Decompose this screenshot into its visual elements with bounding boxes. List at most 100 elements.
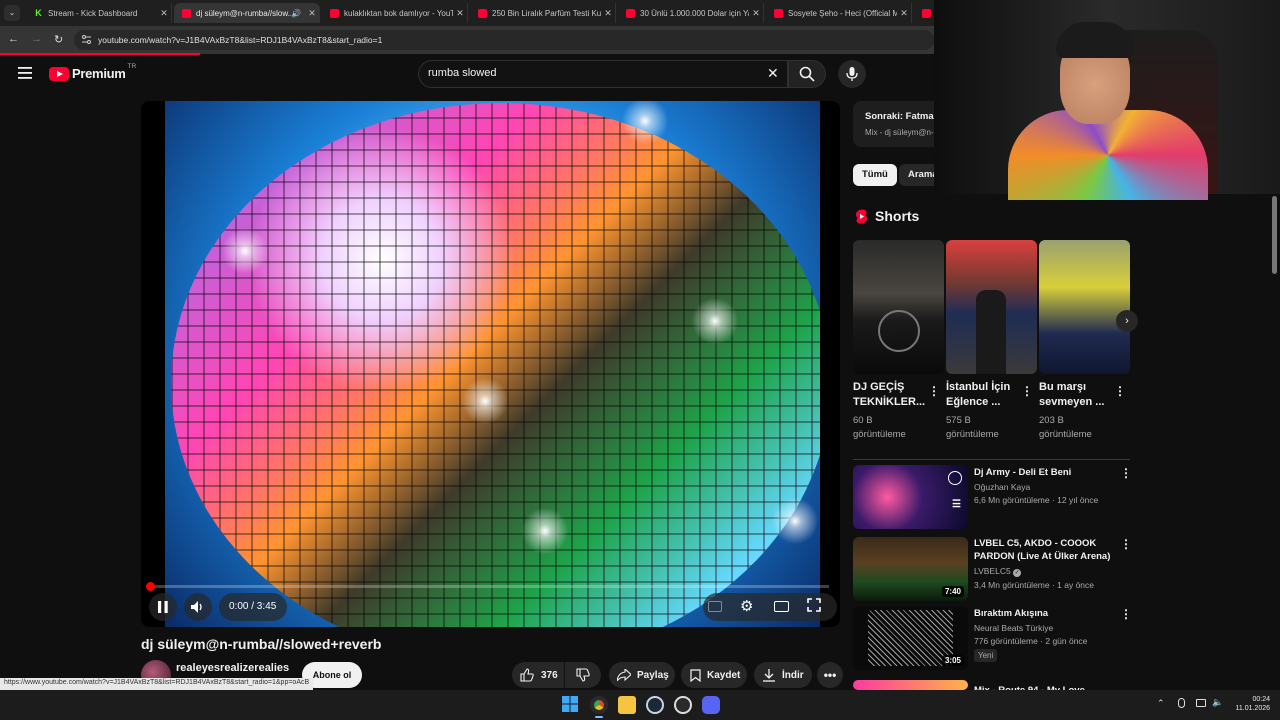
dislike-button[interactable] xyxy=(565,662,601,688)
active-app-indicator xyxy=(595,716,603,718)
related-video-meta: 6,6 Mn görüntüleme · 12 yıl önce xyxy=(974,495,1099,505)
more-vert-icon[interactable]: ⋮ xyxy=(1021,384,1033,398)
steam-icon[interactable] xyxy=(646,696,664,714)
related-video-title[interactable]: LVBEL C5, AKDO - COOOK PARDON (Live At Ü… xyxy=(974,537,1114,563)
forward-icon[interactable]: → xyxy=(31,33,42,45)
video-player[interactable]: 0:00 / 3:45 ⚙ xyxy=(141,101,840,627)
browser-tab[interactable]: K Stream - Kick Dashboard ✕ xyxy=(26,3,172,23)
short-title[interactable]: İstanbul İçin Eğlence ... xyxy=(946,380,1016,410)
more-vert-icon[interactable]: ⋮ xyxy=(1114,384,1126,398)
disco-ball-image xyxy=(171,103,820,627)
watch-later-icon[interactable] xyxy=(948,471,962,485)
tray-microphone-icon[interactable] xyxy=(1178,698,1185,708)
browser-tab[interactable]: Sosyete Şeho - Heci (Official Mu... ✕ xyxy=(766,3,912,23)
short-title[interactable]: DJ GEÇİŞ TEKNİKLER... xyxy=(853,380,925,410)
share-button[interactable]: Paylaş xyxy=(609,662,675,688)
more-vert-icon[interactable]: ⋮ xyxy=(1120,607,1132,621)
video-thumbnail[interactable]: 3:05 xyxy=(853,606,968,670)
reload-icon[interactable]: ↻ xyxy=(54,33,63,46)
tray-chevron-icon[interactable]: ⌃ xyxy=(1157,698,1165,709)
close-icon[interactable]: ✕ xyxy=(897,8,911,19)
page-scrollbar[interactable] xyxy=(1272,196,1277,274)
related-video-title[interactable]: Dj Army - Deli Et Beni xyxy=(974,466,1114,479)
discord-icon[interactable] xyxy=(702,696,720,714)
tab-search-button[interactable]: ⌄ xyxy=(4,5,20,21)
short-thumbnail[interactable] xyxy=(853,240,944,374)
back-icon[interactable]: ← xyxy=(8,33,19,45)
settings-gear-icon[interactable]: ⚙ xyxy=(740,597,753,615)
like-count: 376 xyxy=(541,669,558,681)
youtube-logo-icon xyxy=(49,66,69,81)
close-icon[interactable]: ✕ xyxy=(453,8,467,19)
shorts-next-button[interactable]: › xyxy=(1116,310,1138,332)
close-icon[interactable]: ✕ xyxy=(305,8,319,19)
thumbs-down-icon xyxy=(576,668,590,682)
browser-tab[interactable]: 250 Bin Liralık Parfüm Testi Kuli... ✕ xyxy=(470,3,616,23)
audio-playing-icon[interactable]: 🔊 xyxy=(291,9,301,18)
download-button[interactable]: İndir xyxy=(754,662,812,688)
browser-tab[interactable] xyxy=(914,3,934,23)
clear-search-icon[interactable]: ✕ xyxy=(767,65,779,82)
save-button[interactable]: Kaydet xyxy=(681,662,747,688)
short-thumbnail[interactable] xyxy=(946,240,1037,374)
close-icon[interactable]: ✕ xyxy=(601,8,615,19)
short-title[interactable]: Bu marşı sevmeyen ... xyxy=(1039,380,1109,410)
video-thumbnail[interactable]: 7:40 xyxy=(853,537,968,601)
short-thumbnail[interactable] xyxy=(1039,240,1130,374)
sparkle xyxy=(615,101,675,151)
chip-all[interactable]: Tümü xyxy=(853,164,897,186)
search-button[interactable] xyxy=(788,60,826,88)
chrome-icon[interactable] xyxy=(590,696,608,714)
subtitles-icon[interactable] xyxy=(708,601,722,612)
youtube-premium-logo[interactable]: Premium TR xyxy=(49,63,137,81)
more-vert-icon[interactable]: ⋮ xyxy=(1120,466,1132,480)
windows-start-icon[interactable] xyxy=(562,696,580,714)
video-thumbnail[interactable] xyxy=(853,680,968,690)
browser-tab[interactable]: 30 Ünlü 1.000.000 Dolar için Yar... ✕ xyxy=(618,3,764,23)
browser-tab[interactable]: kulaklıktan bok damlıyor - YouTube ✕ xyxy=(322,3,468,23)
share-icon xyxy=(617,669,631,681)
related-video-channel[interactable]: Neural Beats Türkiye xyxy=(974,623,1053,633)
channel-name[interactable]: realeyesrealizerealies xyxy=(176,662,289,674)
url-text[interactable]: youtube.com/watch?v=J1B4VAxBzT8&list=RDJ… xyxy=(98,35,382,45)
video-thumbnail[interactable]: ☰ xyxy=(853,465,968,529)
tray-network-icon[interactable] xyxy=(1196,699,1206,707)
obs-icon[interactable] xyxy=(674,696,692,714)
theater-mode-icon[interactable] xyxy=(774,601,789,612)
add-to-queue-icon[interactable]: ☰ xyxy=(952,499,961,510)
loading-progress-bar xyxy=(0,53,200,55)
microphone-icon xyxy=(846,67,858,81)
search-icon xyxy=(799,66,815,82)
progress-scrubber[interactable] xyxy=(146,582,155,591)
link-status-bar: https://www.youtube.com/watch?v=J1B4VAxB… xyxy=(0,678,314,690)
mute-button[interactable] xyxy=(184,593,212,621)
close-icon[interactable]: ✕ xyxy=(749,8,763,19)
kick-icon: K xyxy=(34,7,43,18)
search-input[interactable]: rumba slowed xyxy=(428,67,496,79)
like-button[interactable]: 376 xyxy=(512,662,564,688)
time-label: 0:00 / 3:45 xyxy=(229,601,277,612)
bookmark-icon xyxy=(690,668,701,682)
more-vert-icon[interactable]: ⋮ xyxy=(928,384,940,398)
site-info-icon[interactable] xyxy=(81,34,92,45)
more-vert-icon[interactable]: ⋮ xyxy=(1120,537,1132,551)
menu-icon[interactable] xyxy=(18,67,32,79)
duration-badge: 7:40 xyxy=(941,586,964,597)
system-clock[interactable]: 00:24 11.01.2026 xyxy=(1232,695,1270,713)
region-code: TR xyxy=(127,63,137,70)
shorts-icon xyxy=(855,209,868,224)
play-pause-button[interactable] xyxy=(149,593,177,621)
browser-tab-active[interactable]: dj süleym@n-rumba//slow... 🔊 ✕ xyxy=(174,3,320,23)
close-icon[interactable]: ✕ xyxy=(157,8,171,19)
related-video-title[interactable]: Bıraktım Akışına xyxy=(974,607,1114,620)
more-actions-button[interactable]: ••• xyxy=(817,662,843,688)
tray-volume-icon[interactable]: 🔈 xyxy=(1212,697,1223,708)
related-video-channel[interactable]: LVBELC5 ✓ xyxy=(974,566,1022,577)
related-video-meta: 776 görüntüleme · 2 gün önce xyxy=(974,636,1088,646)
voice-search-button[interactable] xyxy=(838,60,866,88)
related-video-channel[interactable]: Oğuzhan Kaya xyxy=(974,482,1030,492)
fullscreen-icon[interactable] xyxy=(807,598,821,612)
progress-bar[interactable] xyxy=(149,585,829,588)
sparkle xyxy=(215,221,275,281)
file-explorer-icon[interactable] xyxy=(618,696,636,714)
